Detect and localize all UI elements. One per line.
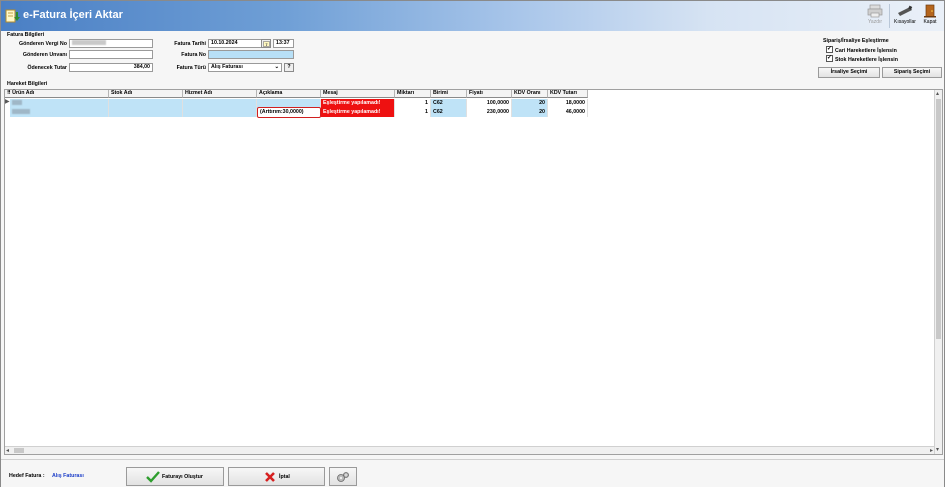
- footer-bar: Hedef Fatura : Alış Faturası Faturayı Ol…: [1, 459, 944, 487]
- close-x-icon: [265, 472, 275, 482]
- grid-grip-icon: ⠿: [7, 90, 11, 96]
- horizontal-scrollbar[interactable]: ◂ ▸: [5, 446, 934, 454]
- sender-title-field[interactable]: [69, 50, 153, 59]
- cancel-button[interactable]: İptal: [228, 467, 325, 486]
- cell-birim[interactable]: C62: [431, 108, 467, 117]
- redacted-value: [72, 40, 106, 46]
- column-header-mesaj[interactable]: Mesaj: [321, 90, 395, 98]
- printer-icon: [867, 4, 883, 18]
- scroll-up-icon[interactable]: ▴: [936, 90, 939, 98]
- calendar-icon: 7: [262, 40, 270, 47]
- cell-kdv-orani[interactable]: 20: [512, 108, 548, 117]
- vertical-scrollbar[interactable]: ▴ ▾: [934, 90, 942, 454]
- print-button[interactable]: Yazdır: [862, 3, 888, 29]
- cell-stok[interactable]: [109, 99, 183, 108]
- cell-urun[interactable]: [10, 108, 109, 117]
- column-header-birim[interactable]: Birimi: [431, 90, 467, 98]
- column-header-hizmet[interactable]: Hizmet Adı: [183, 90, 257, 98]
- settings-button[interactable]: [329, 467, 357, 486]
- redacted-value: [12, 100, 22, 106]
- toolbar-divider: [889, 4, 890, 28]
- cell-mesaj[interactable]: Eşleştirme yapılamadı!: [321, 99, 395, 108]
- target-invoice-value: Alış Faturası: [52, 473, 84, 479]
- checkbox-checked-icon: ✓: [826, 55, 833, 62]
- calendar-button[interactable]: 7: [261, 39, 271, 48]
- shortcuts-label: Kısayollar: [894, 19, 916, 25]
- cell-miktar[interactable]: 1: [395, 99, 431, 108]
- efatura-import-window: e-Fatura İçeri Aktar Yazdır Kısayollar K…: [0, 0, 945, 487]
- invoice-type-label: Fatura Türü: [176, 65, 206, 71]
- checkmark-icon: [146, 471, 160, 483]
- column-header-aciklama[interactable]: Açıklama: [257, 90, 321, 98]
- cell-fiyat[interactable]: 230,0000: [467, 108, 512, 117]
- cell-fiyat[interactable]: 100,0000: [467, 99, 512, 108]
- scroll-down-icon[interactable]: ▾: [936, 446, 939, 454]
- invoice-type-select[interactable]: Alış Faturası ⌄: [208, 63, 282, 72]
- invoice-info-section-title: Fatura Bilgileri: [7, 32, 45, 38]
- close-button[interactable]: Kapat: [917, 3, 943, 29]
- vertical-scroll-thumb[interactable]: [936, 99, 941, 339]
- cell-birim[interactable]: C62: [431, 99, 467, 108]
- title-bar: e-Fatura İçeri Aktar Yazdır Kısayollar K…: [1, 1, 944, 31]
- close-label: Kapat: [923, 19, 937, 25]
- column-header-miktar[interactable]: Miktarı: [395, 90, 431, 98]
- cell-kdv-tutari[interactable]: 46,0000: [548, 108, 588, 117]
- cancel-label: İptal: [279, 474, 290, 480]
- column-header-kdv-tutari[interactable]: KDV Tutarı: [548, 90, 588, 98]
- amount-due-label: Ödenecek Tutar: [27, 65, 67, 71]
- cell-hizmet[interactable]: [183, 108, 257, 117]
- shortcuts-button[interactable]: Kısayollar: [892, 3, 918, 29]
- column-header-stok[interactable]: Stok Adı: [109, 90, 183, 98]
- invoice-time-field[interactable]: 13:37: [273, 39, 294, 48]
- irsaliye-select-button[interactable]: İrsaliye Seçimi: [818, 67, 880, 78]
- target-invoice-label: Hedef Fatura :: [9, 473, 45, 479]
- window-title: e-Fatura İçeri Aktar: [23, 9, 123, 21]
- column-header-fiyat[interactable]: Fiyatı: [467, 90, 512, 98]
- gears-icon: [337, 472, 349, 482]
- create-invoice-label: Faturayı Oluştur: [162, 474, 203, 480]
- horizontal-scroll-thumb[interactable]: [14, 448, 24, 453]
- stok-checkbox[interactable]: ✓ Stok Hareketlere İşlensin: [826, 55, 899, 63]
- matching-section-title: Sipariş/İrsaliye Eşleştirme: [823, 38, 889, 44]
- siparis-select-button[interactable]: Sipariş Seçimi: [882, 67, 942, 78]
- column-header-kdv-orani[interactable]: KDV Oranı: [512, 90, 548, 98]
- exit-door-icon: [924, 4, 936, 18]
- cell-stok[interactable]: [109, 108, 183, 117]
- cell-hizmet[interactable]: [183, 99, 257, 108]
- checkbox-checked-icon: ✓: [826, 46, 833, 53]
- cari-checkbox[interactable]: ✓ Cari Hareketlere İşlensin: [826, 46, 897, 54]
- sender-tax-no-field[interactable]: [69, 39, 153, 48]
- create-invoice-button[interactable]: Faturayı Oluştur: [126, 467, 224, 486]
- cari-checkbox-label: Cari Hareketlere İşlensin: [835, 47, 897, 54]
- cell-aciklama[interactable]: (Arttırım:30,0000): [257, 107, 321, 118]
- scroll-left-icon[interactable]: ◂: [6, 447, 9, 455]
- help-button[interactable]: ?: [284, 63, 294, 72]
- cell-mesaj[interactable]: Eşleştirme yapılamadı!: [321, 108, 395, 117]
- shortcut-icon: [898, 5, 913, 16]
- scroll-right-icon[interactable]: ▸: [930, 447, 933, 455]
- cell-kdv-tutari[interactable]: 18,0000: [548, 99, 588, 108]
- sender-tax-no-label: Gönderen Vergi No: [19, 41, 67, 47]
- app-icon: [5, 9, 20, 23]
- redacted-value: [12, 109, 30, 115]
- invoice-no-label: Fatura No: [181, 52, 206, 58]
- chevron-down-icon: ⌄: [274, 64, 279, 70]
- movements-grid[interactable]: ⠿ Ürün Adı Stok Adı Hizmet Adı Açıklama …: [4, 89, 943, 455]
- cell-miktar[interactable]: 1: [395, 108, 431, 117]
- print-label: Yazdır: [867, 19, 883, 25]
- cell-urun[interactable]: [10, 99, 109, 108]
- sender-title-label: Gönderen Unvanı: [22, 52, 67, 58]
- invoice-type-value: Alış Faturası: [211, 64, 243, 70]
- invoice-date-label: Fatura Tarihi: [174, 41, 206, 47]
- invoice-no-field[interactable]: [208, 50, 294, 59]
- stok-checkbox-label: Stok Hareketlere İşlensin: [835, 56, 899, 63]
- current-row-indicator-icon: ▶: [5, 99, 10, 105]
- amount-due-field[interactable]: 384,00: [69, 63, 153, 72]
- cell-kdv-orani[interactable]: 20: [512, 99, 548, 108]
- movements-section-title: Hareket Bilgileri: [7, 81, 48, 87]
- column-header-urun[interactable]: ⠿ Ürün Adı: [5, 90, 109, 98]
